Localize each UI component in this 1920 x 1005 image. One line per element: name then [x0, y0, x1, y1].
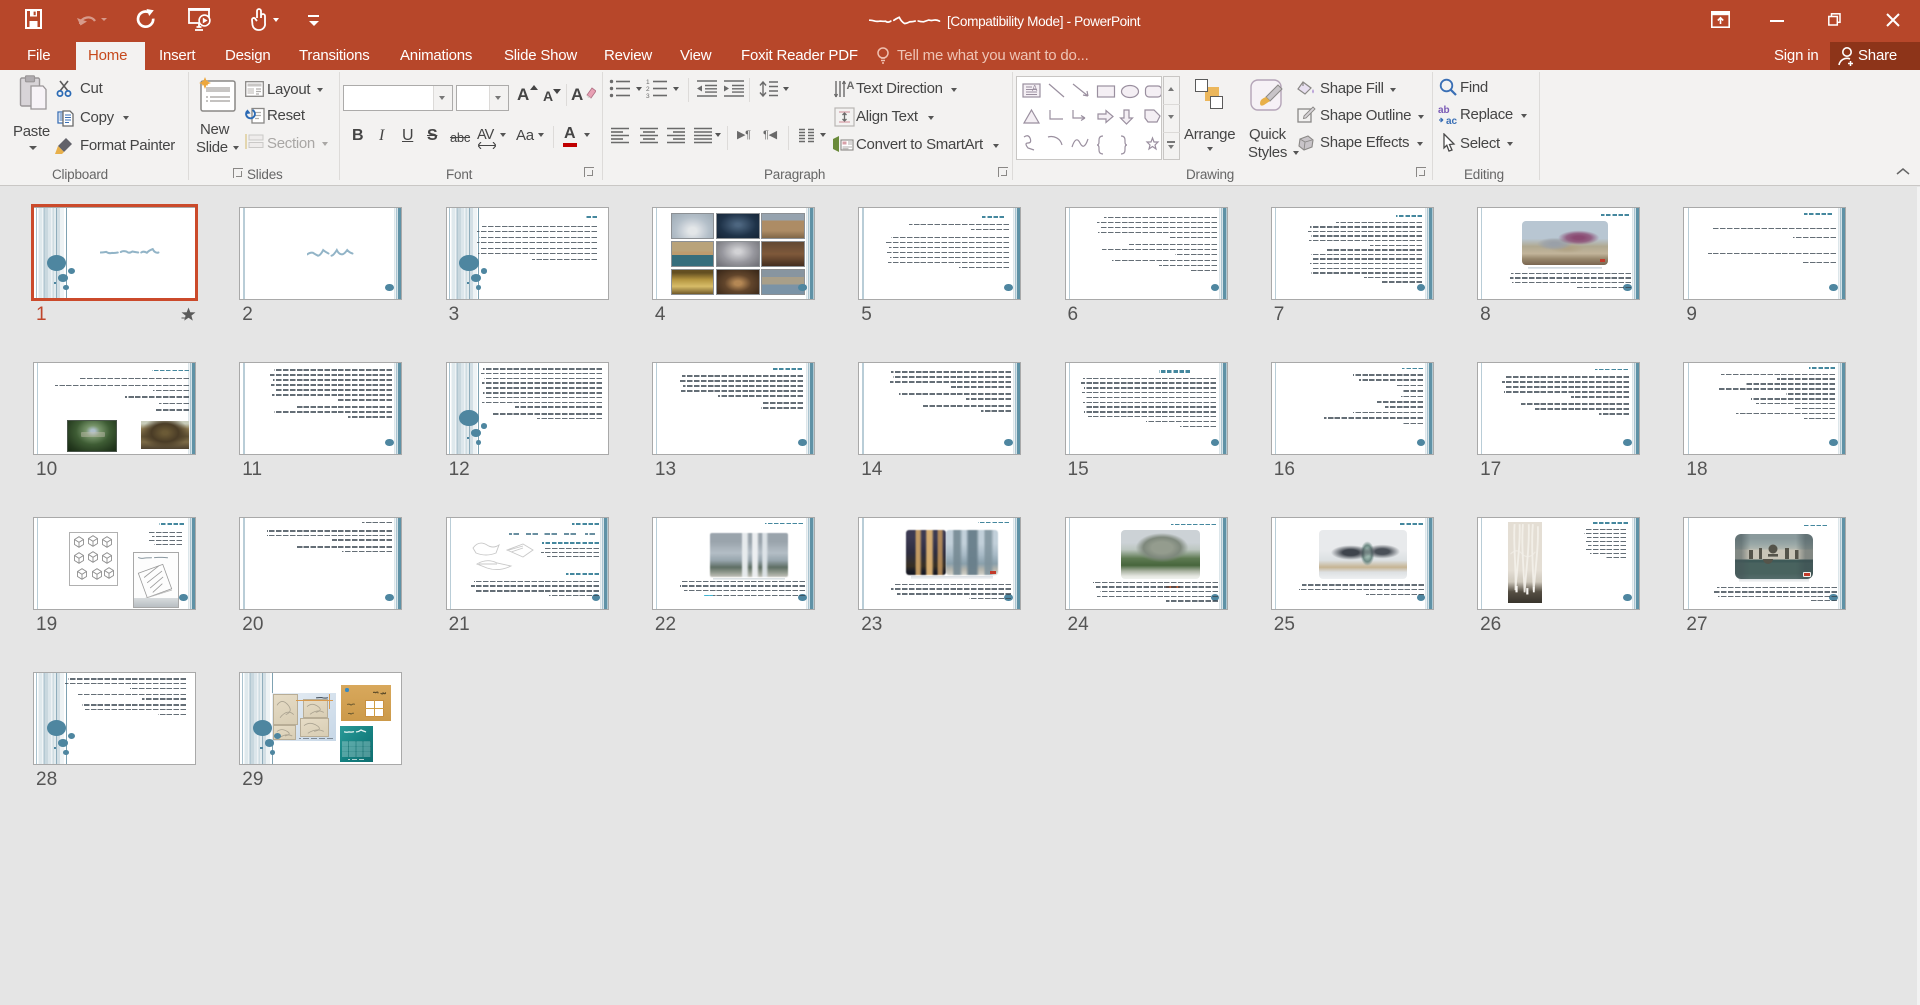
svg-text:ab: ab: [1438, 105, 1450, 116]
svg-text:3: 3: [646, 93, 650, 98]
svg-text:A: A: [847, 80, 855, 92]
svg-text:1: 1: [646, 79, 650, 86]
svg-text:2: 2: [646, 86, 650, 93]
svg-text:ac: ac: [1446, 116, 1458, 126]
svg-text:A: A: [1032, 84, 1038, 93]
